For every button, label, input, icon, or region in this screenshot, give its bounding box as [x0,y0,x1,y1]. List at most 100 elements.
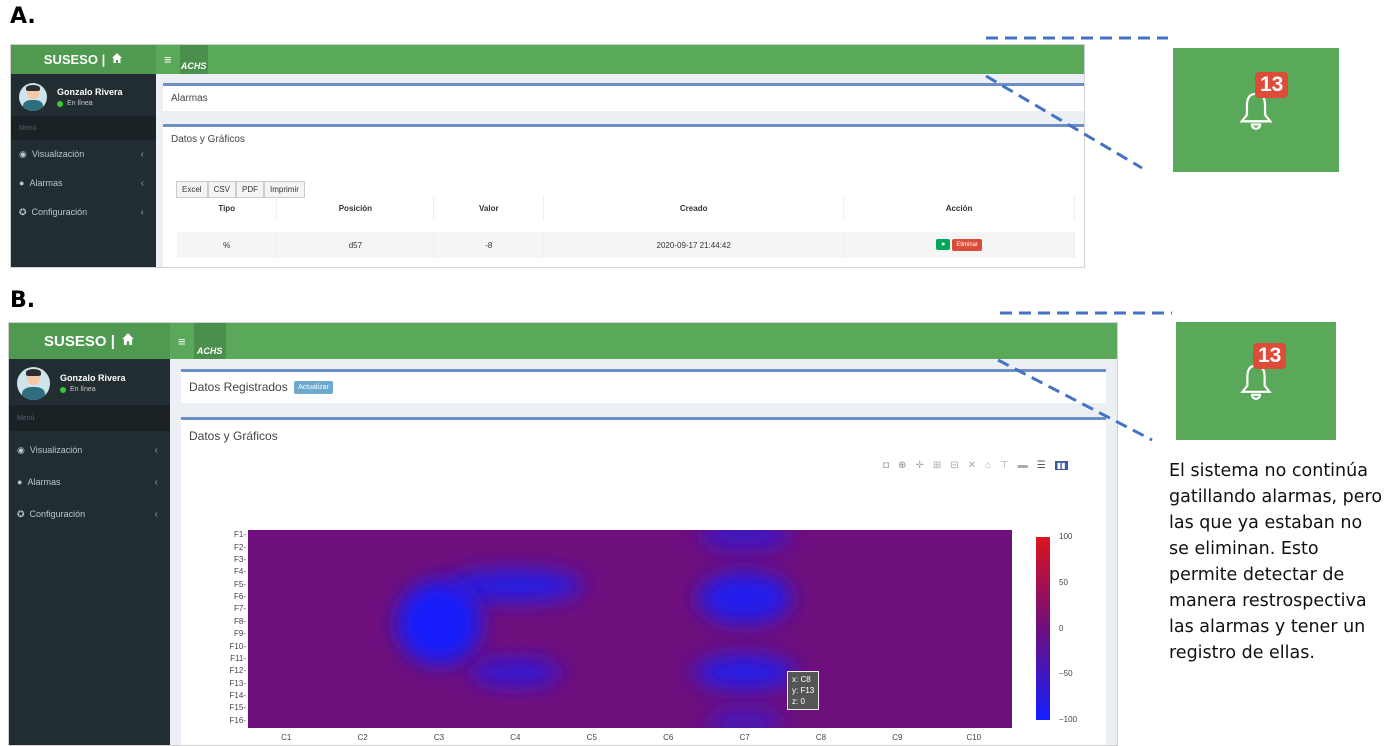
heatmap-blob [706,707,783,728]
view-button[interactable]: ● [936,239,951,250]
colorbar-tick-label: 100 [1059,532,1073,541]
table-row-partial [847,267,903,268]
chevron-left-icon: ‹ [140,148,144,160]
colorbar-tick-label: 50 [1059,577,1068,587]
table-header-row: Tipo Posición Valor Creado Acción [177,196,1075,220]
y-tick-label: F11- [230,653,246,663]
y-tick-label: F1- [234,530,246,540]
sidebar-item-configuracion[interactable]: ✪ Configuración ‹ [9,503,170,525]
zoom-out-icon[interactable]: ⊟ [950,460,958,471]
brand[interactable]: SUSESO | [9,323,170,359]
hover-tooltip: x: C8 y: F13 z: 0 [787,671,820,710]
sidebar-item-alarmas[interactable]: ● Alarmas ‹ [11,172,156,194]
sidebar-item-visualizacion[interactable]: ◉ Visualización ‹ [11,143,156,165]
notification-count-badge: 13 [1255,72,1289,98]
sidebar-item-label: Visualización [31,149,85,159]
alert-icon: ● [17,477,23,487]
y-tick-label: F14- [229,691,246,701]
home-icon [111,52,123,67]
sidebar-item-configuracion[interactable]: ✪ Configuración ‹ [11,201,156,223]
menu-toggle-icon[interactable]: ≡ [164,52,172,67]
pan-icon[interactable]: ✛ [915,460,923,471]
y-tick-label: F2- [234,542,246,552]
col-posicion[interactable]: Posición [276,196,435,220]
sidebar-item-visualizacion[interactable]: ◉ Visualización ‹ [9,439,170,461]
sidebar-item-label: Alarmas [29,178,63,188]
brand[interactable]: SUSESO | [11,45,156,74]
plotly-logo-icon: ▮▮ [1054,461,1068,470]
colorbar [1036,537,1050,720]
heatmap-background [248,530,1012,728]
page-title-text: Datos Registrados [189,380,288,394]
heatmap-blob [469,657,562,687]
heatmap-blob [694,654,796,691]
reset-axes-icon[interactable]: ⌂ [985,460,991,471]
spike-lines-icon[interactable]: ⊤ [1000,460,1009,471]
user-panel: Gonzalo Rivera En línea [11,78,156,116]
alarms-table: Tipo Posición Valor Creado Acción % d57 … [177,196,1075,258]
hover-closest-icon[interactable]: ▬ [1018,460,1028,471]
online-dot-icon [57,100,63,107]
panel-a-label: A. [10,4,36,29]
user-status: En línea [60,386,126,393]
zoom-icon[interactable]: ⊕ [898,460,906,471]
update-button[interactable]: Actualizar [294,381,333,395]
y-tick-label: F5- [234,579,246,589]
user-panel: Gonzalo Rivera En línea [9,363,170,403]
dashboard-icon: ◉ [19,148,27,159]
y-tick-label: F15- [229,703,246,713]
hover-z: z: 0 [792,697,805,706]
page-title: Alarmas [171,93,208,104]
zoom-inset-a: 13 [1173,48,1339,172]
sidebar-item-label: Visualización [29,445,83,455]
col-accion[interactable]: Acción [843,196,1075,220]
x-tick-label: C3 [433,733,445,742]
col-valor[interactable]: Valor [433,196,545,220]
delete-button[interactable]: Eliminar [952,239,982,251]
x-tick-label: C4 [510,733,521,742]
zoom-inset-b: 13 [1176,322,1336,440]
app-window-a: SUSESO | Gonzalo Rivera En línea Menú ◉ V… [10,44,1085,268]
title-box: Datos Registrados Actualizar [181,369,1106,403]
zoom-in-icon[interactable]: ⊞ [933,460,941,471]
user-status: En línea [57,100,123,107]
cell-valor: -8 [433,232,545,258]
colorbar-tick-label: −100 [1059,715,1078,724]
achs-logo: ACHS [193,323,226,359]
y-tick-label: F3- [234,554,246,564]
menu-toggle-icon[interactable]: ≡ [178,334,186,349]
chevron-left-icon: ‹ [154,444,158,456]
alert-icon: ● [19,178,25,188]
y-tick-label: F4- [234,567,246,577]
camera-icon[interactable]: ◘ [883,460,889,471]
sidebar: SUSESO | Gonzalo Rivera En línea Menú ◉ V… [9,323,170,745]
cell-tipo: % [177,232,278,258]
autoscale-icon[interactable]: ✕ [968,460,976,471]
x-tick-label: C7 [739,733,750,742]
colorbar-tick-label: 0 [1059,623,1064,633]
y-tick-label: F9- [234,629,246,639]
y-tick-label: F8- [234,616,246,626]
y-tick-label: F7- [234,604,246,614]
eye-icon: ● [941,241,946,248]
data-box: Datos y Gráficos Excel CSV PDF Imprimir … [163,124,1084,268]
user-status-text: En línea [67,100,93,107]
col-creado[interactable]: Creado [543,196,845,220]
col-tipo[interactable]: Tipo [177,196,278,220]
heatmap-chart[interactable] [200,525,1050,746]
x-tick-label: C6 [663,733,674,742]
colorbar-tick-label: −50 [1059,669,1073,679]
user-name: Gonzalo Rivera [60,373,126,383]
x-tick-label: C2 [357,733,368,742]
sidebar-item-alarmas[interactable]: ● Alarmas ‹ [9,471,170,493]
cog-icon: ✪ [17,508,25,519]
cell-creado: 2020-09-17 21:44:42 [543,232,845,258]
x-tick-label: C8 [815,733,827,742]
x-tick-label: C1 [281,733,292,742]
chevron-left-icon: ‹ [154,476,158,488]
hover-x: x: C8 [792,675,811,684]
user-name: Gonzalo Rivera [57,87,123,97]
avatar [17,366,50,400]
hover-compare-icon[interactable]: ☰ [1037,460,1046,471]
y-tick-label: F16- [229,715,246,725]
